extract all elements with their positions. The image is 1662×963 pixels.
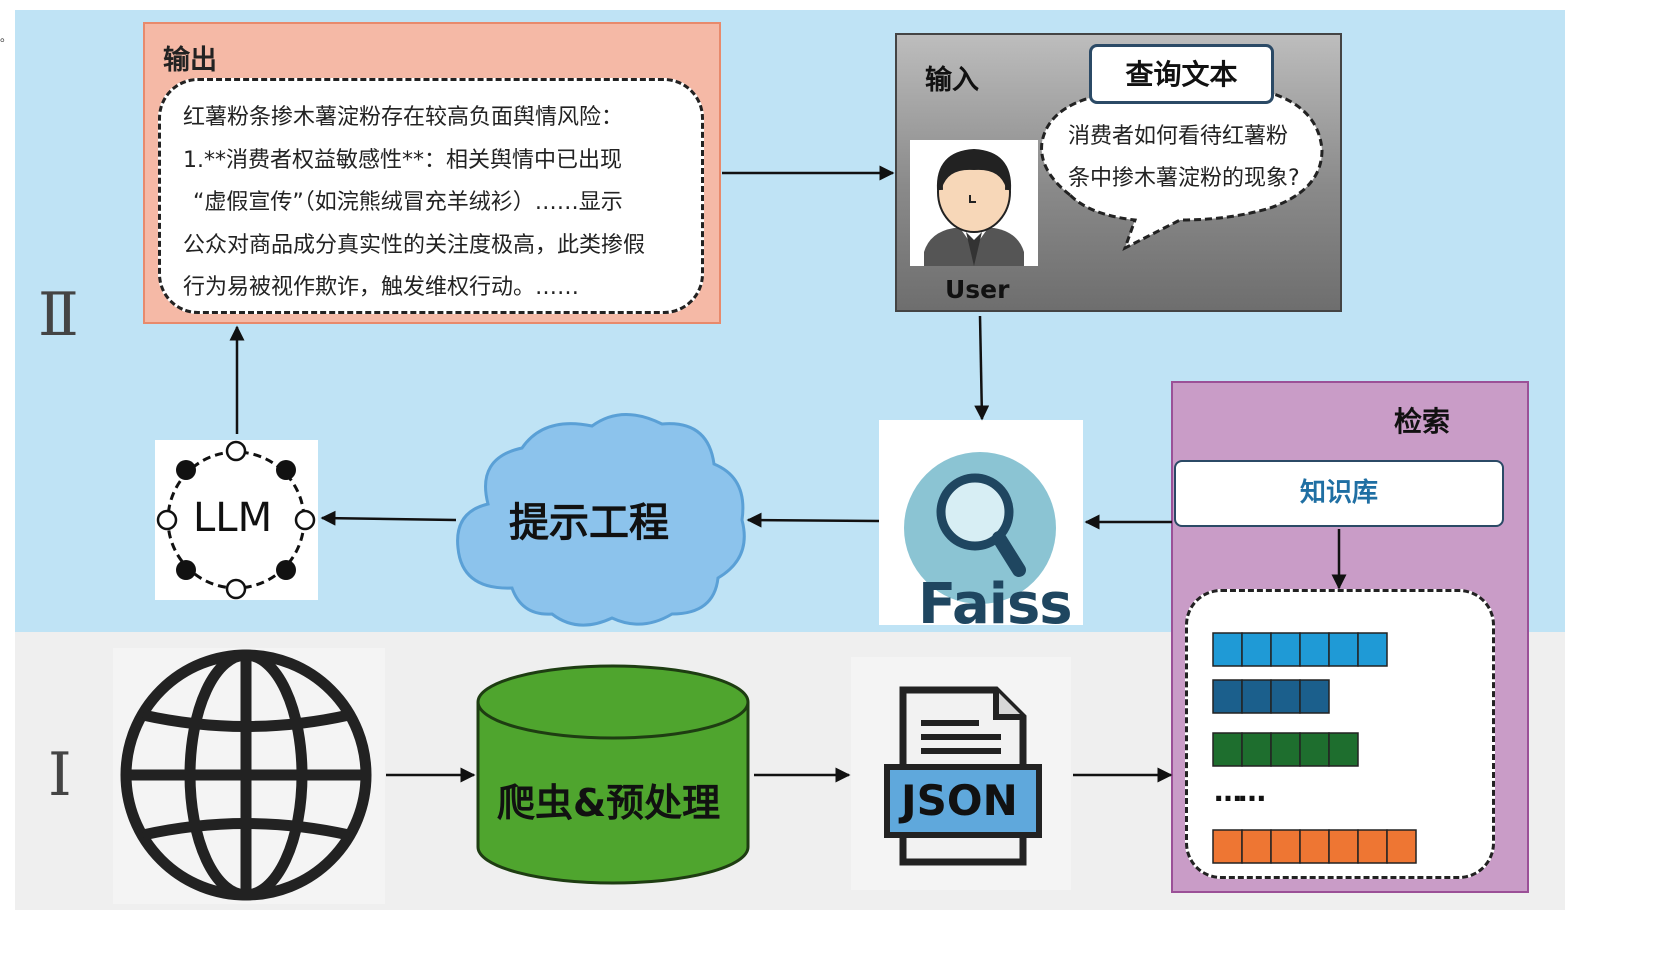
vector-cell	[1212, 679, 1243, 714]
layer-two-label: Ⅱ	[38, 280, 79, 350]
prompt-engineering-label: 提示工程	[509, 500, 669, 546]
query-line: 消费者如何看待红薯粉	[1068, 124, 1289, 149]
web-source	[113, 648, 385, 904]
user-label: User	[945, 275, 1010, 304]
faiss-label: Faiss	[918, 572, 1073, 637]
vector-cell	[1270, 679, 1301, 714]
vector-cell	[1212, 829, 1243, 864]
vector-cell	[1241, 679, 1272, 714]
vector-cell	[1328, 829, 1359, 864]
vector-cell	[1299, 829, 1330, 864]
vector-cell	[1241, 829, 1272, 864]
vector-cell	[1299, 732, 1330, 767]
vector-row	[1212, 732, 1359, 767]
vector-cell	[1357, 632, 1388, 667]
vector-cell	[1328, 632, 1359, 667]
llm-label: LLM	[193, 495, 273, 541]
layer-one-label: Ⅰ	[48, 740, 72, 810]
input-title: 输入	[925, 65, 979, 96]
vector-cell	[1386, 829, 1417, 864]
retrieval-title: 检索	[1394, 405, 1451, 438]
corner-mark: 。	[0, 30, 13, 44]
vector-cell	[1328, 732, 1359, 767]
output-line: 1.**消费者权益敏感性**：相关舆情中已出现	[183, 147, 622, 173]
vector-row	[1212, 632, 1388, 667]
vector-cell	[1270, 632, 1301, 667]
vector-cell	[1212, 632, 1243, 667]
user-icon	[924, 148, 1024, 266]
output-line: 红薯粉条掺木薯淀粉存在较高负面舆情风险：	[183, 105, 624, 130]
vector-ellipsis: ……	[1214, 775, 1266, 808]
query-text-label: 查询文本	[1089, 44, 1274, 104]
vector-cell	[1270, 829, 1301, 864]
output-title: 输出	[163, 45, 217, 76]
vector-row	[1212, 679, 1330, 714]
vector-cell	[1270, 732, 1301, 767]
user-avatar	[910, 140, 1038, 266]
output-content: 红薯粉条掺木薯淀粉存在较高负面舆情风险： 1.**消费者权益敏感性**：相关舆情…	[158, 78, 704, 314]
vector-row	[1212, 829, 1417, 864]
vector-cell	[1357, 829, 1388, 864]
query-line: 条中掺木薯淀粉的现象?	[1068, 166, 1300, 191]
vector-cell	[1299, 632, 1330, 667]
json-file-icon	[884, 686, 1042, 866]
output-line: “虚假宣传”（如浣熊绒冒充羊绒衫）……显示	[193, 190, 623, 215]
json-node	[851, 657, 1071, 890]
output-line: 行为易被视作欺诈，触发维权行动。……	[183, 275, 580, 300]
json-label: JSON	[901, 776, 1018, 825]
vector-blocks	[1212, 632, 1417, 864]
knowledge-base-label: 知识库	[1174, 460, 1504, 527]
vector-cell	[1212, 732, 1243, 767]
crawler-label: 爬虫&预处理	[497, 781, 721, 825]
output-line: 公众对商品成分真实性的关注度极高，此类掺假	[183, 232, 646, 258]
vector-cell	[1241, 732, 1272, 767]
vector-cell	[1241, 632, 1272, 667]
globe-icon	[120, 649, 372, 901]
vector-cell	[1299, 679, 1330, 714]
